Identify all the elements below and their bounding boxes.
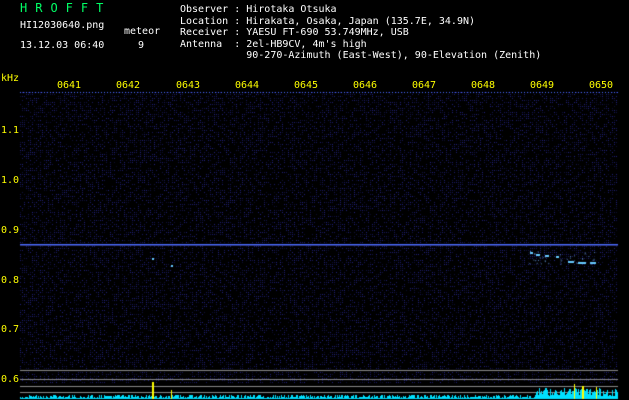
receiver-value: YAESU FT-690 53.749MHz, USB [246,27,409,39]
location-label: Location [180,15,229,27]
x-tick-0650: 0650 [589,80,614,91]
antenna-detail: 90-270-Azimuth (East-West), 90-Elevation… [246,50,542,62]
y-tick-0-7: 0.7 [1,324,20,335]
x-tick-0641: 0641 [57,80,82,91]
x-tick-0645: 0645 [294,80,319,91]
meteor-count: 9 [138,40,145,51]
y-tick-0-9: 0.9 [1,225,20,236]
filename-label: HI12030640.png [20,20,105,31]
antenna-value: 2el-HB9CV, 4m's high [246,38,367,50]
observer-value: Hirotaka Otsuka [246,4,337,15]
station-info: Observer : Hirotaka Otsuka Location : Hi… [180,4,542,62]
x-tick-0646: 0646 [353,80,378,91]
datetime-label: 13.12.03 06:40 [20,40,105,51]
observer-label: Observer [180,4,229,15]
y-tick-1-0: 1.0 [1,175,20,186]
x-tick-0648: 0648 [471,80,496,91]
x-tick-0642: 0642 [116,80,141,91]
x-tick-0643: 0643 [176,80,201,91]
y-tick-0-8: 0.8 [1,275,20,286]
x-tick-0649: 0649 [530,80,555,91]
y-axis-unit: kHz [1,73,20,84]
x-tick-0647: 0647 [412,80,437,91]
y-tick-1-1: 1.1 [1,125,20,136]
y-tick-0-6: 0.6 [1,374,20,385]
x-tick-0644: 0644 [235,80,260,91]
antenna-label: Antenna [180,38,223,50]
location-value: Hirakata, Osaka, Japan (135.7E, 34.9N) [246,15,476,27]
meteor-label: meteor [124,26,161,37]
app-logo: HROFFT [20,1,112,15]
receiver-label: Receiver [180,27,229,39]
